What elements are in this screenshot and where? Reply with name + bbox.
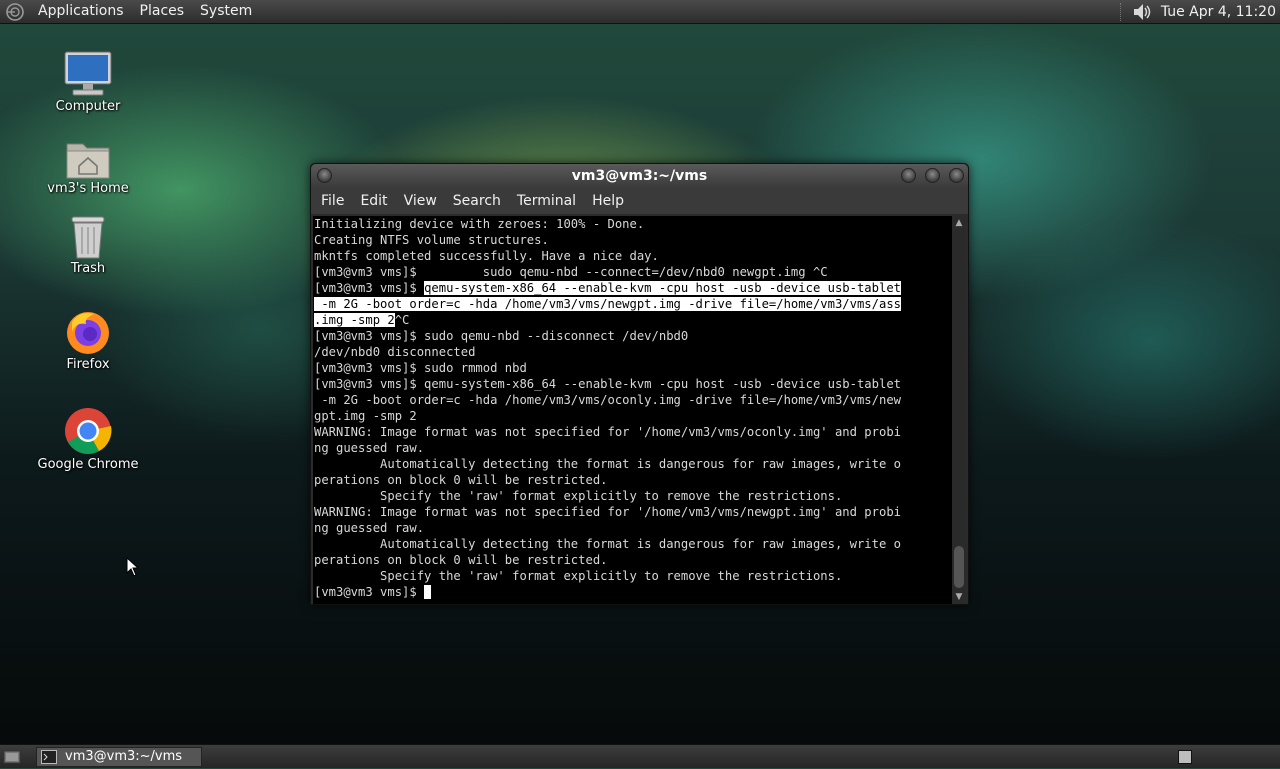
menu-search[interactable]: Search [445, 188, 509, 214]
firefox-icon [62, 304, 114, 356]
terminal-line: Automatically detecting the format is da… [314, 537, 901, 551]
close-button[interactable] [949, 168, 964, 183]
terminal-line: Specify the 'raw' format explicitly to r… [314, 569, 843, 583]
terminal-line: gpt.img -smp 2 [314, 409, 417, 423]
notification-area: Tue Apr 4, 11:20 [1119, 0, 1280, 24]
taskbar-label: vm3@vm3:~/vms [65, 749, 183, 764]
show-desktop-icon[interactable] [0, 745, 24, 769]
desktop-icon-label: Google Chrome [37, 457, 139, 472]
terminal-line: [vm3@vm3 vms]$ sudo qemu-nbd --disconnec… [314, 329, 689, 343]
selected-text: .img -smp 2 [314, 313, 395, 327]
text-cursor [424, 585, 432, 599]
clock[interactable]: Tue Apr 4, 11:20 [1161, 4, 1280, 20]
menu-view[interactable]: View [396, 188, 445, 214]
scrollbar-thumb[interactable] [954, 546, 964, 588]
bottom-panel: vm3@vm3:~/vms [0, 744, 1280, 768]
chrome-icon [62, 404, 114, 456]
menu-file[interactable]: File [313, 188, 352, 214]
mouse-pointer-icon [126, 556, 140, 581]
terminal-line: ng guessed raw. [314, 521, 425, 535]
selected-text: qemu-system-x86_64 --enable-kvm -cpu hos… [424, 281, 901, 295]
terminal-menubar: File Edit View Search Terminal Help [311, 188, 968, 214]
minimize-button[interactable] [901, 168, 916, 183]
workspace-switcher[interactable] [1178, 749, 1192, 764]
terminal-line: Initializing device with zeroes: 100% - … [314, 217, 645, 231]
desktop-icon-home[interactable]: vm3's Home [28, 128, 148, 196]
terminal-line: Specify the 'raw' format explicitly to r… [314, 489, 843, 503]
terminal-line: Automatically detecting the format is da… [314, 457, 901, 471]
terminal-line: mkntfs completed successfully. Have a ni… [314, 249, 659, 263]
trash-icon [62, 208, 114, 260]
home-folder-icon [62, 128, 114, 180]
window-title: vm3@vm3:~/vms [571, 168, 708, 184]
distro-icon[interactable] [4, 1, 26, 23]
terminal-line: Creating NTFS volume structures. [314, 233, 549, 247]
terminal-line: WARNING: Image format was not specified … [314, 505, 901, 519]
terminal-line: /dev/nbd0 disconnected [314, 345, 476, 359]
terminal-line: [vm3@vm3 vms]$ sudo rmmod nbd [314, 361, 527, 375]
terminal-line: ^C [394, 313, 410, 327]
terminal-prompt: [vm3@vm3 vms]$ [314, 585, 425, 599]
terminal-icon [41, 749, 57, 764]
computer-icon [62, 46, 114, 98]
terminal-output[interactable]: Initializing device with zeroes: 100% - … [313, 216, 953, 604]
terminal-line: perations on block 0 will be restricted. [314, 473, 608, 487]
menu-places[interactable]: Places [132, 0, 193, 24]
selected-text: -m 2G -boot order=c -hda /home/vm3/vms/n… [314, 297, 901, 311]
desktop-icon-trash[interactable]: Trash [28, 208, 148, 276]
volume-icon[interactable] [1131, 1, 1153, 23]
terminal-line: perations on block 0 will be restricted. [314, 553, 608, 567]
maximize-button[interactable] [925, 168, 940, 183]
desktop-icon-label: Trash [70, 261, 106, 276]
scroll-down-arrow-icon[interactable]: ▼ [952, 590, 966, 604]
terminal-prompt: [vm3@vm3 vms]$ [314, 281, 425, 295]
desktop-icon-label: Firefox [66, 357, 110, 372]
desktop-icon-chrome[interactable]: Google Chrome [28, 404, 148, 472]
terminal-line: -m 2G -boot order=c -hda /home/vm3/vms/o… [314, 393, 901, 407]
menu-applications[interactable]: Applications [30, 0, 132, 24]
terminal-window[interactable]: vm3@vm3:~/vms File Edit View Search Term… [310, 163, 969, 605]
desktop-icon-computer[interactable]: Computer [28, 46, 148, 114]
window-titlebar[interactable]: vm3@vm3:~/vms [311, 164, 968, 188]
desktop-icon-label: vm3's Home [47, 181, 129, 196]
terminal-line: [vm3@vm3 vms]$ qemu-system-x86_64 --enab… [314, 377, 901, 391]
menu-help[interactable]: Help [584, 188, 632, 214]
menu-edit[interactable]: Edit [352, 188, 395, 214]
menu-terminal[interactable]: Terminal [509, 188, 584, 214]
terminal-line: WARNING: Image format was not specified … [314, 425, 901, 439]
terminal-scrollbar[interactable]: ▲ ▼ [952, 216, 966, 604]
terminal-line: ng guessed raw. [314, 441, 425, 455]
top-panel: Applications Places System Tue Apr 4, 11… [0, 0, 1280, 24]
desktop-icon-firefox[interactable]: Firefox [28, 304, 148, 372]
menu-system[interactable]: System [192, 0, 260, 24]
scroll-up-arrow-icon[interactable]: ▲ [952, 216, 966, 230]
panel-separator [1119, 2, 1123, 21]
desktop-icon-label: Computer [55, 99, 121, 114]
terminal-line: [vm3@vm3 vms]$ sudo qemu-nbd --connect=/… [314, 265, 828, 279]
taskbar-terminal-button[interactable]: vm3@vm3:~/vms [36, 746, 202, 767]
